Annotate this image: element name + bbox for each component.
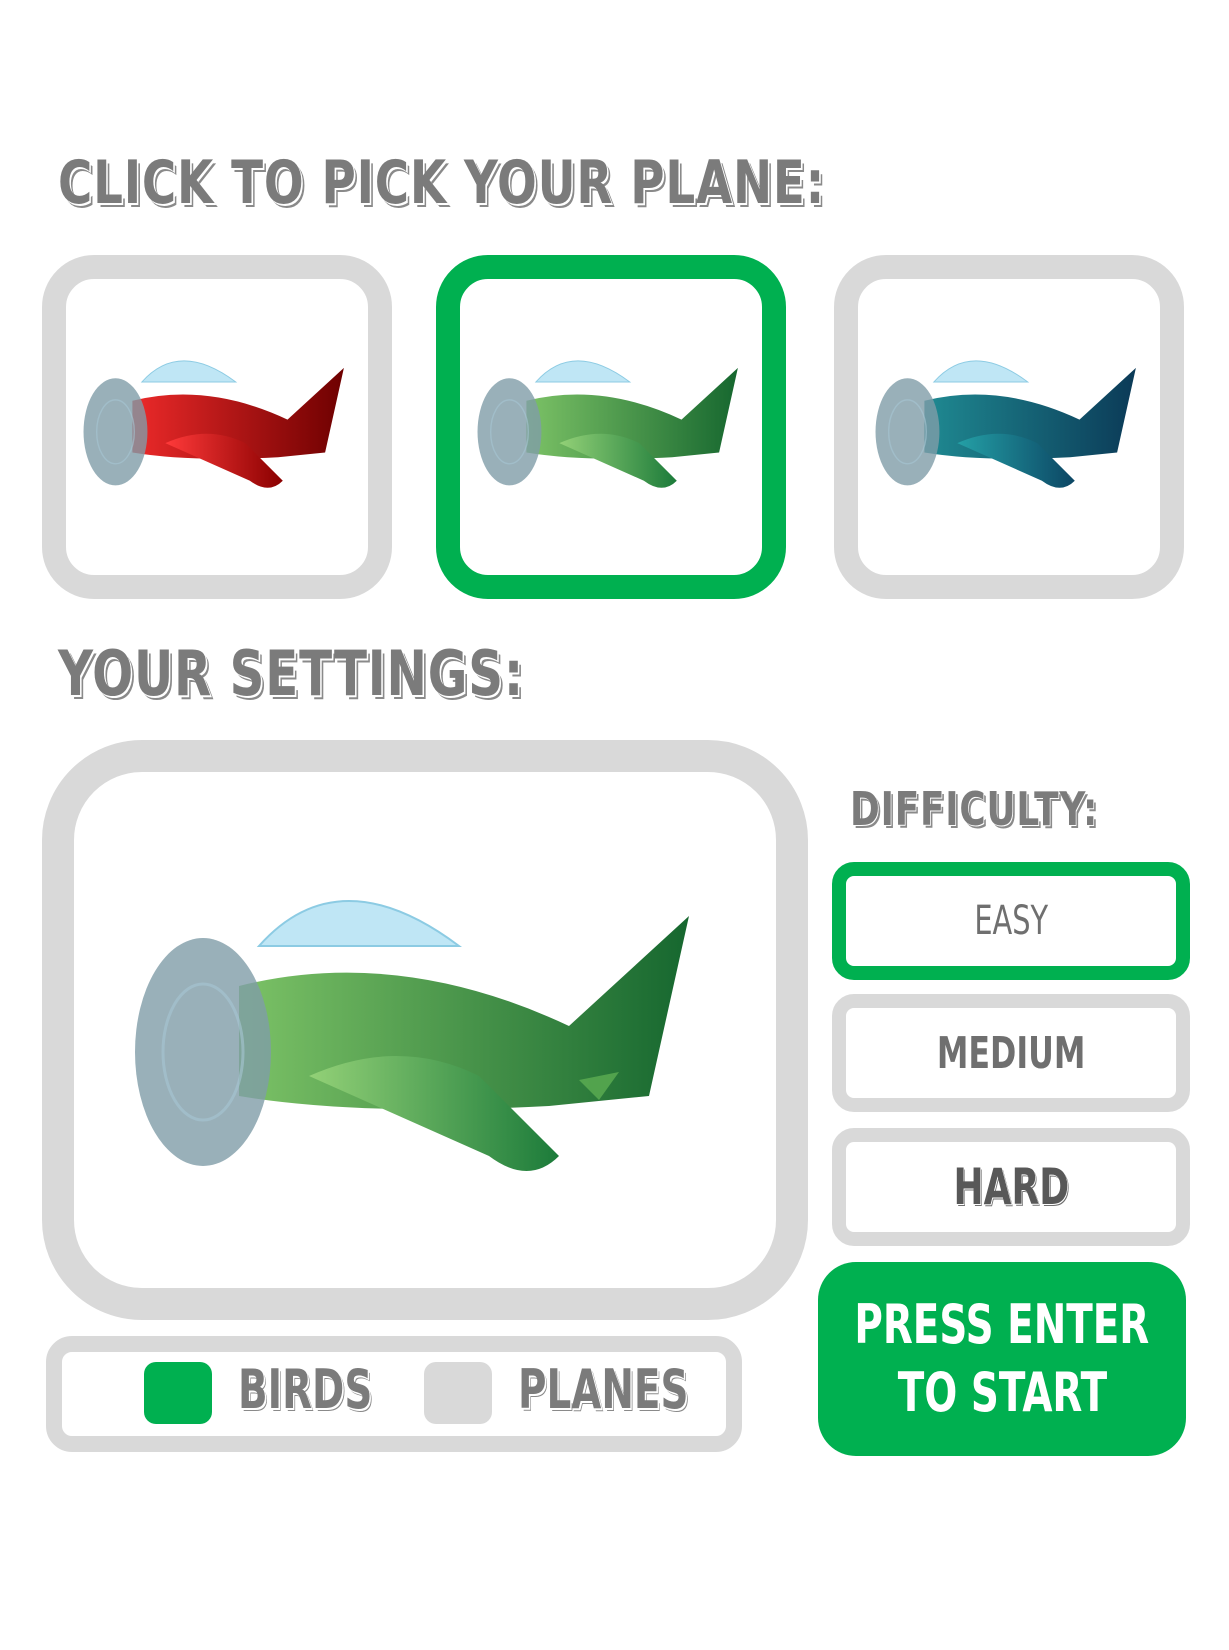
difficulty-hard-label: HARD	[953, 1158, 1069, 1216]
mode-selector: BIRDS PLANES	[46, 1336, 742, 1452]
planes-mode-label[interactable]: PLANES	[518, 1358, 688, 1421]
birds-mode-label[interactable]: BIRDS	[238, 1358, 372, 1421]
red-plane-icon	[83, 360, 344, 488]
difficulty-heading: DIFFICULTY:	[850, 782, 1099, 836]
planes-mode-toggle[interactable]	[424, 1362, 492, 1424]
start-button-line-2: TO START	[897, 1361, 1107, 1424]
start-button[interactable]: PRESS ENTER TO START	[818, 1262, 1186, 1456]
green-plane-preview-icon	[135, 900, 689, 1171]
blue-plane-icon	[875, 360, 1136, 488]
plane-option-red[interactable]	[42, 255, 392, 599]
birds-mode-toggle[interactable]	[144, 1362, 212, 1424]
selected-plane-preview	[42, 740, 808, 1320]
difficulty-medium-button[interactable]: MEDIUM	[832, 994, 1190, 1112]
start-button-line-1: PRESS ENTER	[854, 1293, 1150, 1356]
green-plane-icon	[477, 360, 738, 488]
difficulty-easy-button[interactable]: EASY	[832, 862, 1190, 980]
plane-option-blue[interactable]	[834, 255, 1184, 599]
plane-option-green[interactable]	[436, 255, 786, 599]
settings-heading: YOUR SETTINGS:	[58, 637, 524, 710]
difficulty-easy-label: EASY	[974, 898, 1048, 944]
difficulty-hard-button[interactable]: HARD	[832, 1128, 1190, 1246]
difficulty-medium-label: MEDIUM	[936, 1027, 1086, 1079]
pick-plane-heading: CLICK TO PICK YOUR PLANE:	[58, 148, 826, 218]
